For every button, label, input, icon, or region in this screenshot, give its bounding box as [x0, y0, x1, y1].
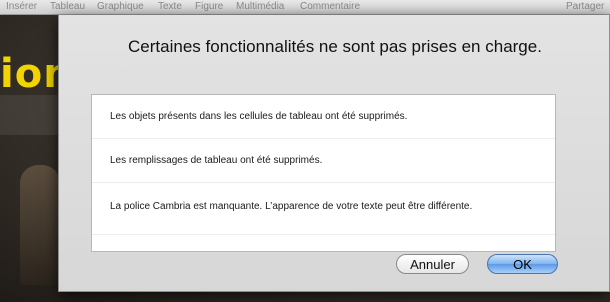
menu-share[interactable]: Partager	[566, 0, 604, 14]
ok-button[interactable]: OK	[487, 254, 558, 274]
list-item: Les remplissages de tableau ont été supp…	[92, 139, 555, 183]
unsupported-features-dialog: Certaines fonctionnalités ne sont pas pr…	[58, 15, 610, 292]
menu-table[interactable]: Tableau	[50, 0, 85, 14]
list-item: Les objets présents dans les cellules de…	[92, 95, 555, 139]
menu-media[interactable]: Multimédia	[236, 0, 284, 14]
menu-chart[interactable]: Graphique	[97, 0, 144, 14]
menu-insert[interactable]: Insérer	[6, 0, 37, 14]
menubar: Insérer Tableau Graphique Texte Figure M…	[0, 0, 610, 15]
slide-figure	[20, 165, 60, 285]
list-item: La police Cambria est manquante. L’appar…	[92, 183, 555, 235]
warnings-list[interactable]: Les objets présents dans les cellules de…	[91, 94, 556, 252]
menu-comment[interactable]: Commentaire	[300, 0, 360, 14]
menu-shape[interactable]: Figure	[195, 0, 223, 14]
menu-text[interactable]: Texte	[158, 0, 182, 14]
dialog-title: Certaines fonctionnalités ne sont pas pr…	[128, 37, 542, 56]
cancel-button[interactable]: Annuler	[396, 254, 469, 274]
